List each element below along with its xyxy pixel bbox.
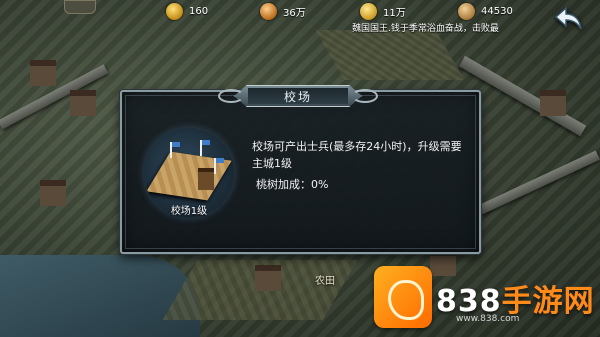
flag-icon [200, 140, 210, 156]
resource-gold[interactable]: 160 [166, 2, 209, 20]
flag-icon [170, 142, 180, 158]
coin-icon [458, 2, 475, 20]
resource-troops[interactable]: 11万 [360, 2, 406, 20]
house [30, 60, 56, 86]
gold-value: 160 [189, 5, 209, 17]
food-value: 36万 [283, 7, 306, 19]
announcement-marquee: 魏国国王.钱于季常浴血奋战，击败最 [352, 24, 499, 34]
peach-tree-bonus: 桃树加成：0% [256, 178, 329, 191]
farmland-label[interactable]: 农田 [315, 272, 335, 287]
house [540, 90, 566, 116]
building-level-label: 校场1级 [170, 206, 208, 217]
farm-field [315, 30, 465, 80]
resource-food[interactable]: 36万 [260, 2, 306, 20]
house [40, 180, 66, 206]
troops-value: 11万 [383, 7, 406, 19]
ornament-icon [218, 89, 244, 103]
coin-value: 44530 [481, 5, 513, 17]
city-wall [477, 150, 600, 215]
river [0, 255, 200, 337]
dialog-title-plate: 校场 [218, 85, 378, 107]
flag-icon [214, 158, 224, 174]
house [255, 265, 281, 291]
watermark-url: www.838.com [456, 314, 520, 324]
ornament-icon [352, 89, 378, 103]
building-info-dialog: 校场 校场1级 校场可产出士兵(最多存24小时)，升级需要主城1级 桃树加成：0… [120, 85, 481, 254]
watermark: 838手游网 www.838.com [370, 262, 600, 337]
top-tab-handle[interactable] [64, 0, 96, 14]
building-description: 校场可产出士兵(最多存24小时)，升级需要主城1级 [252, 140, 462, 170]
back-button[interactable] [552, 4, 586, 34]
house [70, 90, 96, 116]
site-logo-icon [374, 266, 432, 328]
troops-icon [360, 2, 377, 20]
back-arrow-icon [554, 6, 582, 30]
resource-coin[interactable]: 44530 [458, 2, 513, 20]
resource-bar: 160 36万 11万 44530 [150, 0, 530, 22]
gold-ingot-icon [166, 2, 183, 20]
food-icon [260, 2, 277, 20]
dialog-title: 校场 [283, 89, 312, 104]
